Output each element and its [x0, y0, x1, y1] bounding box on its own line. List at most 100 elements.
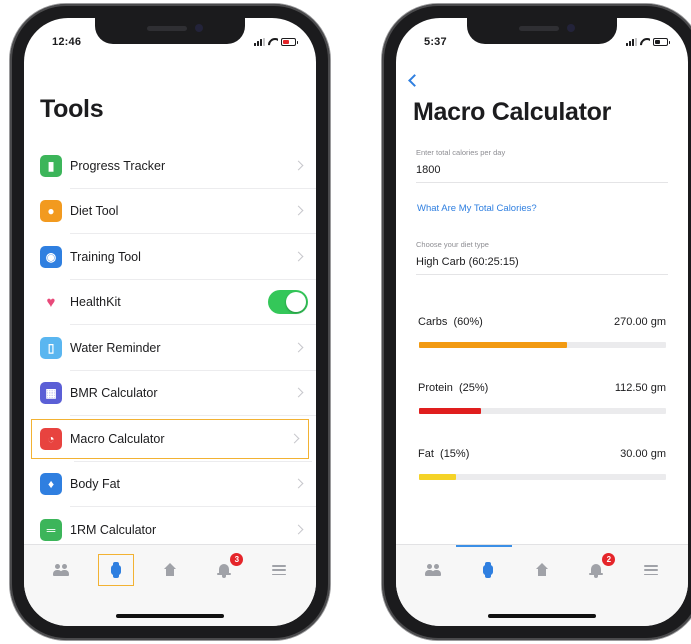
page-title: Macro Calculator — [413, 98, 612, 126]
tool-row[interactable]: ● Diet Tool — [24, 189, 316, 235]
wifi-icon — [640, 38, 650, 46]
tab-bar: 3 — [24, 544, 316, 626]
tab-members[interactable] — [416, 555, 450, 585]
tab-tools[interactable] — [97, 554, 134, 586]
watch-icon — [482, 562, 493, 578]
tool-label: Diet Tool — [70, 204, 119, 219]
tool-row[interactable]: ♦ Body Fat — [24, 462, 316, 508]
tool-label: Macro Calculator — [70, 431, 165, 446]
notification-badge: 3 — [230, 553, 244, 566]
macro-amount: 30.00 gm — [620, 448, 666, 460]
tools-screen: 12:46 Tools ▮ Progress Tracker ● Diet Tool ◉… — [24, 18, 316, 626]
tool-row[interactable]: ♥ HealthKit — [24, 280, 316, 326]
macro-progress-track — [419, 342, 666, 348]
right-phone-frame: 5:37 Macro Calculator Enter total calori… — [382, 4, 691, 640]
calories-hint: Enter total calories per day — [416, 148, 506, 157]
bar-chart-icon: ▮ — [40, 154, 62, 177]
tab-menu[interactable] — [634, 555, 668, 585]
chevron-right-icon — [293, 524, 304, 535]
tool-row[interactable]: ▯ Water Reminder — [24, 325, 316, 371]
dumbbell-icon: ═ — [40, 518, 62, 541]
body-fat-icon: ♦ — [40, 473, 62, 496]
apple-icon: ● — [40, 200, 62, 223]
home-icon — [163, 563, 177, 577]
notch — [467, 18, 617, 44]
macro-row-fat: Fat (15%) 30.00 gm — [418, 448, 666, 482]
tab-members[interactable] — [44, 555, 78, 585]
tab-home[interactable] — [153, 555, 187, 585]
tab-tools[interactable] — [471, 555, 505, 585]
macro-progress-track — [419, 408, 666, 414]
home-indicator — [116, 614, 224, 618]
tool-label: BMR Calculator — [70, 386, 158, 401]
tool-label: 1RM Calculator — [70, 522, 157, 537]
notch — [95, 18, 245, 44]
tab-notifications[interactable]: 2 — [579, 553, 616, 585]
signal-icon — [626, 38, 637, 46]
macro-name: Carbs (60%) — [418, 316, 483, 328]
home-indicator — [488, 614, 596, 618]
kettlebell-icon: ◉ — [40, 245, 62, 268]
water-bottle-icon: ▯ — [40, 336, 62, 359]
tool-label: Body Fat — [70, 477, 121, 492]
bell-icon — [217, 563, 232, 578]
macro-name: Fat (15%) — [418, 448, 470, 460]
pie-chart-icon: ◔ — [40, 427, 62, 450]
chevron-right-icon — [293, 478, 304, 489]
chevron-right-icon — [293, 342, 304, 353]
home-icon — [535, 563, 549, 577]
battery-icon — [653, 38, 670, 46]
tool-row[interactable]: ▦ BMR Calculator — [24, 371, 316, 417]
diet-type-select[interactable]: High Carb (60:25:15) — [416, 256, 668, 274]
watch-icon — [110, 562, 121, 578]
tool-row[interactable]: ▮ Progress Tracker — [24, 143, 316, 189]
chevron-right-icon — [293, 205, 304, 216]
chevron-right-icon — [293, 160, 304, 171]
calculator-icon: ▦ — [40, 382, 62, 405]
notification-badge: 2 — [602, 553, 616, 566]
macro-progress-fill — [419, 474, 457, 480]
tool-row[interactable]: ◔ Macro Calculator — [28, 416, 312, 462]
left-phone-frame: 12:46 Tools ▮ Progress Tracker ● Diet Tool ◉… — [10, 4, 330, 640]
macro-name: Protein (25%) — [418, 382, 489, 394]
tools-list: ▮ Progress Tracker ● Diet Tool ◉ Training Too… — [24, 143, 316, 579]
macro-progress-fill — [419, 342, 568, 348]
calories-field[interactable]: Enter total calories per day 1800 — [416, 148, 668, 183]
tab-bar: 2 — [396, 544, 688, 626]
chevron-right-icon — [293, 251, 304, 262]
status-time: 12:46 — [52, 36, 82, 48]
back-chevron-icon[interactable] — [408, 74, 421, 87]
macro-amount: 270.00 gm — [614, 316, 666, 328]
page-title: Tools — [40, 95, 104, 123]
tool-label: HealthKit — [70, 295, 121, 310]
macro-row-protein: Protein (25%) 112.50 gm — [418, 382, 666, 416]
users-icon — [424, 564, 442, 576]
wifi-icon — [268, 38, 278, 46]
healthkit-toggle[interactable] — [268, 290, 308, 315]
total-calories-link[interactable]: What Are My Total Calories? — [417, 203, 537, 214]
macro-progress-fill — [419, 408, 481, 414]
tab-selected-indicator — [456, 545, 512, 547]
status-time: 5:37 — [424, 36, 447, 48]
tool-row[interactable]: ◉ Training Tool — [24, 234, 316, 280]
bell-icon — [589, 563, 604, 578]
battery-icon — [281, 38, 298, 46]
tool-label: Training Tool — [70, 249, 141, 264]
diet-type-field[interactable]: Choose your diet type High Carb (60:25:1… — [416, 240, 668, 275]
menu-icon — [271, 565, 286, 575]
tab-notifications[interactable]: 3 — [207, 553, 244, 585]
tab-menu[interactable] — [262, 555, 296, 585]
tab-home[interactable] — [525, 555, 559, 585]
signal-icon — [254, 38, 265, 46]
tool-label: Progress Tracker — [70, 158, 166, 173]
users-icon — [52, 564, 70, 576]
tool-label: Water Reminder — [70, 340, 161, 355]
macro-calculator-screen: 5:37 Macro Calculator Enter total calori… — [396, 18, 688, 626]
chevron-right-icon — [289, 433, 300, 444]
menu-icon — [643, 565, 658, 575]
chevron-right-icon — [293, 387, 304, 398]
macro-progress-track — [419, 474, 666, 480]
macro-amount: 112.50 gm — [614, 382, 666, 394]
calories-input[interactable]: 1800 — [416, 164, 668, 182]
heart-icon: ♥ — [46, 293, 56, 311]
